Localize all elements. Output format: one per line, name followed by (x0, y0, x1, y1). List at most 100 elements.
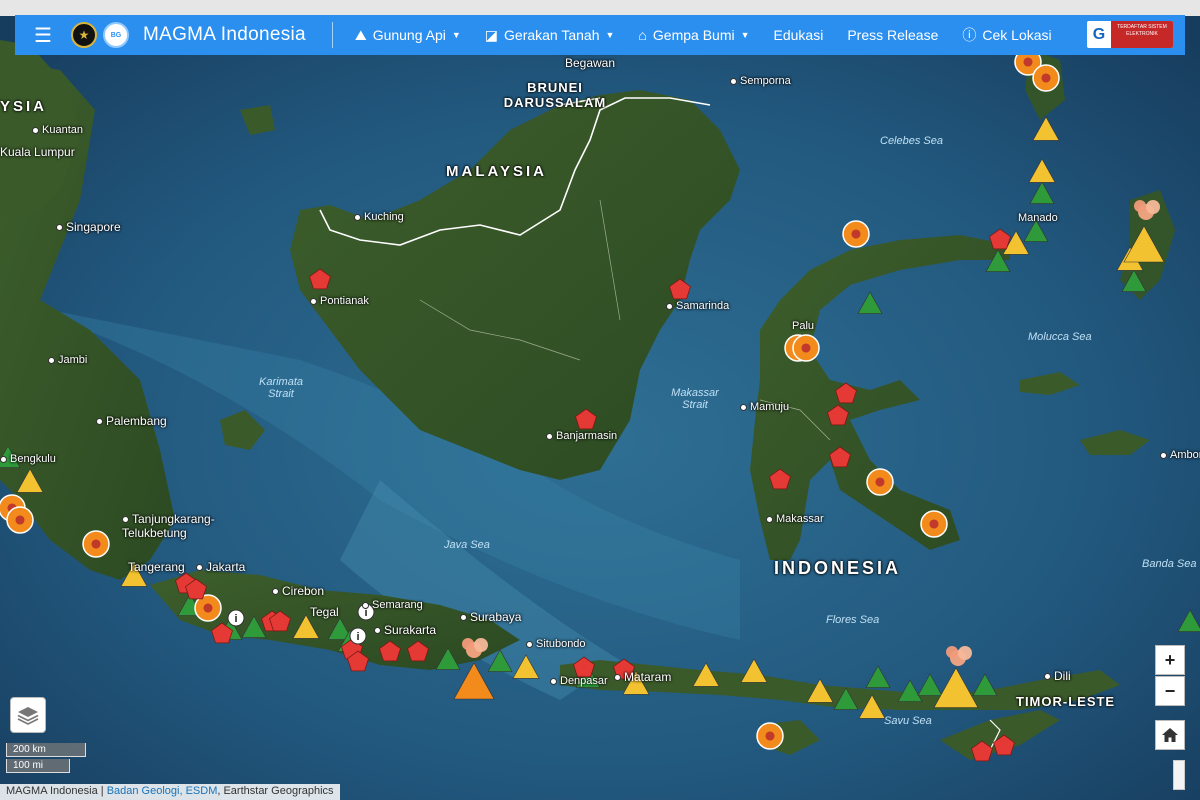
label-city-cirebon: Cirebon (272, 584, 324, 598)
label-city-jakarta: Jakarta (196, 560, 245, 574)
label-city-dili: Dili (1044, 669, 1071, 683)
scale-bar-km: 200 km (6, 743, 86, 757)
info-pin-icon-glyph[interactable]: i (234, 613, 237, 625)
earthquake-marker-icon-core[interactable] (15, 515, 25, 525)
label-sea-molucca: Molucca Sea (1028, 331, 1092, 343)
label-city-kuala-lumpur: Kuala Lumpur (0, 145, 75, 159)
label-city-pontianak: Pontianak (310, 295, 369, 307)
earthquake-marker-icon-core[interactable] (929, 519, 939, 529)
eruption-plume-icon-b[interactable] (474, 638, 488, 652)
label-country-malaysia: MALAYSIA (446, 163, 547, 180)
panel-scroll-handle[interactable] (1173, 760, 1185, 790)
earthquake-marker-icon-core[interactable] (801, 343, 811, 353)
label-city-makassar: Makassar (766, 513, 824, 525)
nav-edukasi-label: Edukasi (773, 27, 824, 43)
earthquake-marker-icon-core[interactable] (765, 731, 775, 741)
label-sea-karimata-strait: Karimata Strait (258, 376, 304, 400)
label-sea-banda: Banda Sea (1142, 558, 1197, 570)
label-sea-celebes: Celebes Sea (880, 135, 943, 147)
nav-gempa-bumi[interactable]: ⌂ Gempa Bumi ▼ (638, 27, 749, 43)
caret-down-icon: ▼ (605, 30, 615, 40)
eruption-plume-icon-c[interactable] (462, 638, 474, 650)
attribution-link[interactable]: Badan Geologi, ESDM (107, 785, 218, 797)
label-city-palembang: Palembang (96, 414, 167, 428)
map-attribution: MAGMA Indonesia | Badan Geologi, ESDM, E… (0, 784, 340, 800)
nav-press-release-label: Press Release (847, 27, 939, 43)
nav-gunung-api[interactable]: ⛰ Gunung Api ▼ (355, 27, 461, 44)
earthquake-marker-icon-core[interactable] (1041, 73, 1051, 83)
earthquake-marker-icon-core[interactable] (1023, 57, 1033, 67)
label-city-bengkulu: Bengkulu (0, 453, 56, 465)
layers-icon (17, 707, 39, 725)
info-pin-icon-glyph[interactable]: i (356, 631, 359, 643)
label-city-tangerang: Tangerang (128, 560, 185, 574)
brand-title[interactable]: MAGMA Indonesia (143, 24, 306, 46)
label-city-surabaya: Surabaya (460, 610, 521, 624)
label-city-mataram: Mataram (614, 670, 671, 684)
nav-gerakan-tanah[interactable]: ◪ Gerakan Tanah ▼ (485, 27, 615, 44)
caret-down-icon: ▼ (740, 30, 750, 40)
info-icon: ⓘ (962, 27, 977, 43)
navbar-divider (331, 22, 333, 48)
label-sea-flores: Flores Sea (826, 614, 880, 626)
landslide-icon: ◪ (484, 26, 499, 43)
label-sea-java: Java Sea (444, 539, 490, 551)
label-sea-savu: Savu Sea (884, 715, 932, 727)
label-city-ambon: Ambon (1160, 449, 1200, 461)
eruption-plume-icon-c[interactable] (946, 646, 958, 658)
label-city-semporna: Semporna (730, 75, 791, 87)
earthquake-marker-icon-core[interactable] (203, 603, 213, 613)
eruption-plume-icon-b[interactable] (958, 646, 972, 660)
pse-registered-badge[interactable]: G TERDAFTAR SISTEM ELEKTRONIK (1087, 21, 1173, 48)
label-city-semarang: Semarang (362, 599, 423, 611)
esdm-logo: ★ (71, 22, 97, 48)
label-city-surakarta: Surakarta (374, 623, 436, 637)
eruption-plume-icon-c[interactable] (1134, 200, 1146, 212)
home-button[interactable] (1155, 720, 1185, 750)
layers-button[interactable] (10, 697, 46, 733)
nav-cek-lokasi-label: Cek Lokasi (982, 27, 1052, 43)
home-icon (1162, 728, 1178, 742)
label-city-samarinda: Samarinda (666, 300, 729, 312)
badan-geologi-logo: BG (103, 22, 129, 48)
earthquake-marker-icon-core[interactable] (875, 477, 885, 487)
nav-gerakan-tanah-label: Gerakan Tanah (504, 27, 600, 43)
label-city-banjarmasin: Banjarmasin (546, 430, 617, 442)
nav-cek-lokasi[interactable]: ⓘ Cek Lokasi (962, 25, 1051, 45)
label-city-jambi: Jambi (48, 354, 87, 366)
label-country-indonesia: INDONESIA (774, 558, 902, 578)
earthquake-icon: ⌂ (638, 27, 647, 43)
label-country-brunei: BRUNEI DARUSSALAM (503, 80, 607, 110)
eruption-plume-icon-b[interactable] (1146, 200, 1160, 214)
label-city-situbondo: Situbondo (526, 638, 586, 650)
nav-gunung-api-label: Gunung Api (372, 27, 446, 43)
label-city-tegal: Tegal (310, 605, 339, 619)
earthquake-marker-icon-core[interactable] (91, 539, 101, 549)
label-city-singapore: Singapore (56, 220, 121, 234)
label-city-denpasar: Denpasar (550, 675, 608, 687)
attribution-prefix: MAGMA Indonesia | (6, 785, 104, 797)
attribution-suffix: , Earthstar Geographics (217, 785, 334, 797)
label-city-palu: Palu (792, 320, 815, 332)
label-city-tanjungkarang: Tanjungkarang-Telukbetung (122, 512, 232, 540)
label-city-mamuju: Mamuju (740, 401, 789, 413)
label-country-ysia: YSIA (0, 98, 48, 115)
scale-bar-mi: 100 mi (6, 759, 70, 773)
label-city-kuantan: Kuantan (32, 124, 83, 136)
pse-badge-text: TERDAFTAR SISTEM ELEKTRONIK (1111, 21, 1173, 48)
browser-top-strip (0, 0, 1200, 16)
caret-down-icon: ▼ (451, 30, 461, 40)
nav-press-release[interactable]: Press Release (847, 27, 938, 43)
zoom-in-button[interactable]: + (1155, 645, 1185, 675)
label-country-timor-leste: TIMOR-LESTE (1016, 694, 1116, 709)
pse-logo-icon: G (1092, 25, 1106, 43)
volcano-icon: ⛰ (354, 26, 367, 43)
label-city-manado: Manado (1018, 212, 1058, 224)
hamburger-icon[interactable]: ☰ (15, 23, 71, 48)
nav-edukasi[interactable]: Edukasi (774, 27, 824, 43)
nav-gempa-bumi-label: Gempa Bumi (652, 27, 735, 43)
zoom-out-button[interactable]: − (1155, 676, 1185, 706)
label-sea-makassar-strait: Makassar Strait (671, 387, 719, 411)
top-navbar: ☰ ★ BG MAGMA Indonesia ⛰ Gunung Api ▼ ◪ … (15, 15, 1185, 55)
earthquake-marker-icon-core[interactable] (851, 229, 861, 239)
